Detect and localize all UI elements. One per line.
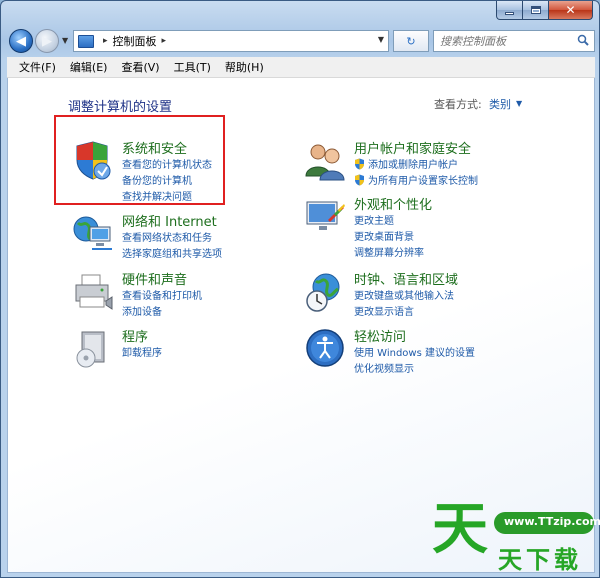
link-change-background[interactable]: 更改桌面背景 [354, 228, 414, 243]
address-dropdown-icon[interactable]: ▼ [378, 35, 384, 44]
caption-buttons: ✕ [496, 1, 593, 20]
category-title[interactable]: 轻松访问 [354, 326, 406, 345]
refresh-button[interactable]: ↻ [393, 30, 429, 52]
page-title: 调整计算机的设置 [68, 100, 173, 115]
minimize-icon [505, 11, 514, 15]
uac-shield-icon [355, 158, 364, 170]
link-uninstall-program[interactable]: 卸载程序 [122, 344, 162, 359]
chevron-down-icon[interactable]: ▼ [516, 99, 522, 108]
menu-tools[interactable]: 工具(T) [167, 59, 218, 75]
printer-icon[interactable] [72, 271, 114, 313]
search-input[interactable] [438, 33, 578, 49]
close-button[interactable]: ✕ [549, 1, 593, 20]
recent-pages-dropdown[interactable]: ▼ [62, 36, 68, 45]
watermark: 天 www.TTzip.com 天下载 [432, 497, 600, 575]
back-button[interactable]: ◀ [9, 29, 33, 53]
users-icon[interactable] [304, 140, 346, 182]
control-panel-window: ✕ ◀ ▶ ▼ ▸ 控制面板 ▸ ▼ ↻ 文件(F) 编辑(E) 查看(V) 工… [0, 0, 600, 578]
search-icon[interactable] [577, 34, 589, 46]
menu-help[interactable]: 帮助(H) [218, 59, 271, 75]
uac-shield-icon [355, 174, 364, 186]
link-network-status[interactable]: 查看网络状态和任务 [122, 229, 212, 244]
view-by-label: 查看方式: [434, 98, 482, 111]
link-screen-resolution[interactable]: 调整屏幕分辨率 [354, 244, 424, 259]
watermark-url: www.TTzip.com [504, 515, 600, 528]
shield-icon[interactable] [72, 140, 114, 182]
link-change-display-language[interactable]: 更改显示语言 [354, 303, 414, 318]
breadcrumb-separator-icon[interactable]: ▸ [103, 36, 108, 46]
content-pane: 调整计算机的设置 查看方式: 类别 ▼ 系统和安全 查看您的计算机状态 备份您的… [7, 78, 600, 575]
search-box[interactable] [433, 30, 595, 52]
category-title[interactable]: 网络和 Internet [122, 211, 217, 230]
forward-button[interactable]: ▶ [35, 29, 59, 53]
menu-view[interactable]: 查看(V) [114, 59, 166, 75]
network-icon[interactable] [72, 213, 114, 255]
forward-arrow-icon: ▶ [42, 33, 52, 49]
breadcrumb-separator-icon[interactable]: ▸ [162, 36, 167, 46]
navigation-bar: ◀ ▶ ▼ ▸ 控制面板 ▸ ▼ ↻ [7, 28, 595, 54]
link-devices-printers[interactable]: 查看设备和打印机 [122, 287, 202, 302]
programs-icon[interactable] [72, 328, 114, 370]
link-homegroup-sharing[interactable]: 选择家庭组和共享选项 [122, 245, 222, 260]
maximize-button[interactable] [523, 1, 549, 20]
watermark-logo-char: 天 [432, 497, 488, 562]
link-add-device[interactable]: 添加设备 [122, 303, 162, 318]
link-view-computer-status[interactable]: 查看您的计算机状态 [122, 156, 212, 171]
control-panel-icon [78, 34, 94, 48]
ease-of-access-icon[interactable] [304, 328, 346, 370]
link-change-input-method[interactable]: 更改键盘或其他输入法 [354, 287, 454, 302]
category-title[interactable]: 用户帐户和家庭安全 [354, 138, 471, 157]
globe-clock-icon[interactable] [304, 271, 346, 313]
watermark-text: 天下载 [498, 546, 582, 574]
close-icon: ✕ [565, 3, 576, 17]
menu-edit[interactable]: 编辑(E) [63, 59, 115, 75]
category-title[interactable]: 时钟、语言和区域 [354, 269, 458, 288]
category-title[interactable]: 程序 [122, 326, 148, 345]
refresh-icon: ↻ [406, 34, 416, 48]
menu-bar: 文件(F) 编辑(E) 查看(V) 工具(T) 帮助(H) [7, 57, 595, 78]
breadcrumb-control-panel[interactable]: 控制面板 [113, 33, 157, 49]
link-change-theme[interactable]: 更改主题 [354, 212, 394, 227]
link-optimize-display[interactable]: 优化视频显示 [354, 360, 414, 375]
link-find-fix-problems[interactable]: 查找并解决问题 [122, 188, 192, 203]
link-windows-recommended-settings[interactable]: 使用 Windows 建议的设置 [354, 344, 475, 359]
view-by-dropdown[interactable]: 类别 [489, 96, 511, 112]
minimize-button[interactable] [496, 1, 523, 20]
link-parental-controls[interactable]: 为所有用户设置家长控制 [354, 172, 478, 187]
category-title[interactable]: 外观和个性化 [354, 194, 432, 213]
back-arrow-icon: ◀ [16, 33, 26, 49]
category-title[interactable]: 硬件和声音 [122, 269, 187, 288]
category-title[interactable]: 系统和安全 [122, 138, 187, 157]
address-bar[interactable]: ▸ 控制面板 ▸ ▼ [73, 30, 389, 52]
menu-file[interactable]: 文件(F) [12, 59, 63, 75]
maximize-icon [530, 6, 541, 14]
appearance-icon[interactable] [304, 196, 346, 238]
link-backup-computer[interactable]: 备份您的计算机 [122, 172, 192, 187]
link-add-remove-accounts[interactable]: 添加或删除用户帐户 [354, 156, 458, 171]
